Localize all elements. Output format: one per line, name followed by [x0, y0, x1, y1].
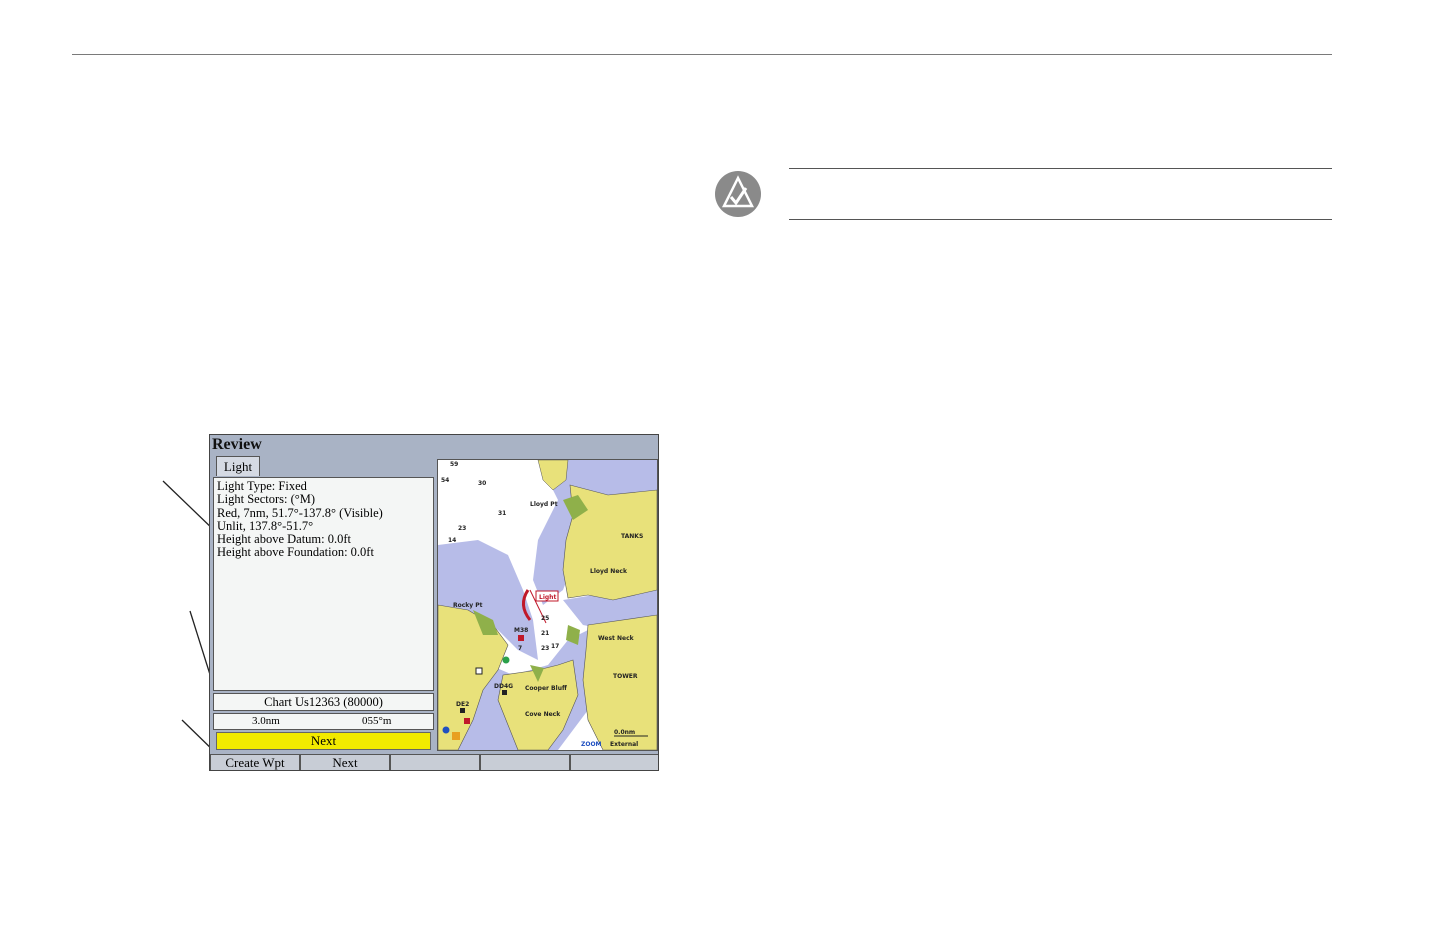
marker-label: DE2: [456, 701, 469, 708]
place-label: West Neck: [598, 635, 635, 642]
light-label: Light: [539, 594, 556, 601]
place-label: Lloyd Pt: [530, 501, 558, 508]
map-scale: 0.0nm: [614, 729, 635, 736]
marker-icon: [460, 708, 465, 713]
depth-label: 23: [458, 525, 466, 532]
marker-icon: [518, 635, 524, 641]
map-zoom-label: ZOOM: [581, 741, 602, 748]
depth-label: 30: [478, 480, 486, 487]
info-line: Height above Foundation: 0.0ft: [217, 545, 374, 560]
tab-light[interactable]: Light: [216, 456, 260, 476]
light-info-panel: Light Type: Fixed Light Sectors: (°M) Re…: [213, 477, 434, 691]
marker-icon: [452, 732, 460, 740]
softkey-create-wpt[interactable]: Create Wpt: [210, 754, 300, 770]
place-label: Rocky Pt: [453, 602, 483, 609]
note-icon: [715, 171, 761, 217]
next-highlight-button[interactable]: Next: [216, 732, 431, 750]
place-label: TANKS: [621, 533, 643, 540]
softkey-bar: Create Wpt Next: [210, 754, 658, 770]
marker-icon: [475, 667, 483, 675]
depth-label: 31: [498, 510, 506, 517]
softkey-empty-3[interactable]: [390, 754, 480, 770]
depth-label: 59: [450, 461, 458, 468]
softkey-empty-4[interactable]: [480, 754, 570, 770]
note-top-rule: [789, 168, 1332, 169]
distance-value: 3.0nm: [252, 715, 280, 727]
depth-label: 54: [441, 477, 449, 484]
place-label: TOWER: [613, 673, 638, 680]
marker-icon: [464, 718, 470, 724]
marker-label: M38: [514, 627, 528, 634]
marker-label: DD4G: [494, 683, 513, 690]
info-line: Light Type: Fixed: [217, 479, 307, 493]
depth-label: 7: [518, 645, 522, 652]
place-label: Cove Neck: [525, 711, 561, 718]
buoy-icon: [442, 726, 450, 734]
depth-label: 25: [541, 615, 549, 622]
info-line: Light Sectors: (°M): [217, 492, 316, 507]
map-mode: External: [610, 741, 638, 748]
softkey-empty-5[interactable]: [570, 754, 658, 770]
info-line: Red, 7nm, 51.7°-137.8° (Visible): [217, 505, 383, 520]
distance-bearing-field: 3.0nm 055°m: [213, 713, 434, 730]
depth-label: 21: [541, 630, 549, 637]
depth-label: 23: [541, 645, 549, 652]
bearing-value: 055°m: [362, 715, 392, 727]
review-screen: Review Light Light Type: Fixed Light Sec…: [209, 434, 659, 771]
depth-label: 17: [551, 643, 559, 650]
screen-title: Review: [212, 436, 262, 453]
place-label: Lloyd Neck: [590, 568, 628, 575]
chart-name-field: Chart Us12363 (80000): [213, 693, 434, 711]
header-rule: [72, 54, 1332, 55]
note-bottom-rule: [789, 219, 1332, 220]
info-line: Unlit, 137.8°-51.7°: [217, 518, 314, 533]
marker-icon: [502, 690, 507, 695]
place-label: Cooper Bluff: [525, 685, 567, 692]
info-line: Height above Datum: 0.0ft: [217, 532, 351, 547]
chart-map[interactable]: Light 59 54 30 31 23 14 25 21 23 17 7 Ll…: [437, 459, 658, 751]
buoy-icon: [502, 656, 510, 664]
softkey-next[interactable]: Next: [300, 754, 390, 770]
depth-label: 14: [448, 537, 456, 544]
